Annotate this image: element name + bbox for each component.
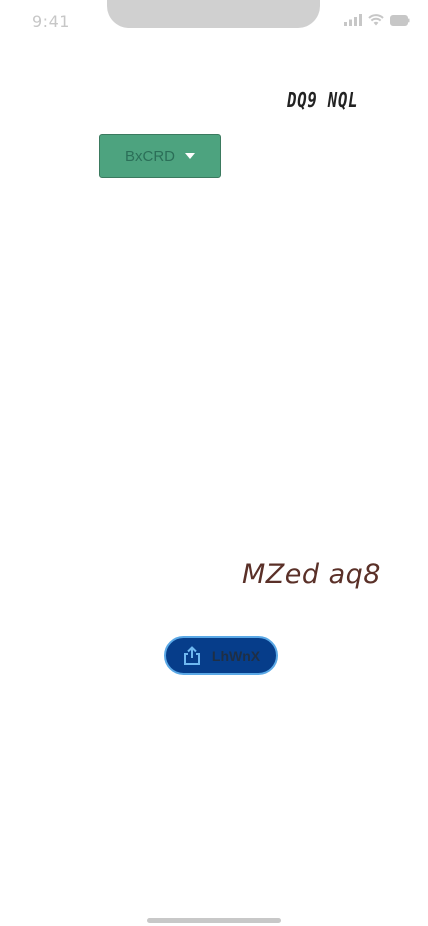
dropdown-selected-value: BxCRD (124, 147, 175, 165)
device-notch (107, 0, 320, 28)
share-button[interactable]: LhWnX (164, 636, 278, 675)
battery-icon (390, 14, 410, 26)
share-button-label: LhWnX (211, 647, 261, 664)
dropdown-select[interactable]: BxCRD (99, 134, 221, 178)
phone-screen: 9:41 DQ9 NQL BxCRD MZed aq8 LhWnX (0, 0, 428, 926)
home-indicator[interactable] (147, 918, 281, 923)
wifi-icon (368, 14, 384, 26)
main-heading: MZed aq8 (242, 559, 381, 590)
signal-icon (344, 14, 362, 26)
caret-down-icon (185, 153, 195, 159)
status-icons (344, 14, 410, 26)
share-icon (182, 645, 202, 666)
header-label: DQ9 NQL (286, 88, 358, 112)
status-time: 9:41 (32, 12, 70, 31)
